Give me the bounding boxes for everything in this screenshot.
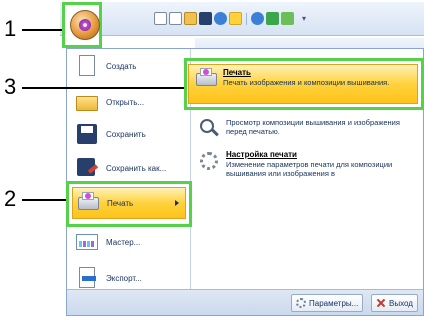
save-as-icon xyxy=(76,157,99,179)
title-bar: ▾ xyxy=(60,2,424,36)
new-icon[interactable] xyxy=(169,12,182,25)
toolbar-separator xyxy=(246,12,247,25)
close-icon xyxy=(376,298,386,308)
submenu-item-description: Печать изображения и композиции вышивани… xyxy=(223,78,390,87)
settings-icon[interactable] xyxy=(229,12,242,25)
submenu-item-description: Изменение параметров печати для композиц… xyxy=(226,160,393,178)
submenu-item-print-preview[interactable]: Просмотр композиции вышивания и изображе… xyxy=(192,118,418,140)
print-icon xyxy=(77,192,99,214)
menu-item-open[interactable]: Открыть... xyxy=(72,86,186,118)
print-preview-icon xyxy=(198,118,220,140)
callout-frame-1 xyxy=(62,2,102,48)
circle-icon[interactable] xyxy=(214,12,227,25)
menu-item-label: Печать xyxy=(107,198,134,208)
callout-leader-2 xyxy=(22,199,66,201)
customize-toolbar-button[interactable]: ▾ xyxy=(302,14,306,23)
menu-item-label: Сохранить xyxy=(106,129,146,139)
menu-item-label: Мастер... xyxy=(106,237,141,247)
submenu-item-print[interactable]: Печать Печать изображения и композиции в… xyxy=(188,64,418,104)
submenu-item-title: Печать xyxy=(223,68,251,77)
gear-icon xyxy=(296,298,306,308)
menu-item-label: Открыть... xyxy=(106,97,145,107)
circle-icon[interactable] xyxy=(251,12,264,25)
office-button[interactable] xyxy=(70,10,100,40)
submenu-item-title: Настройка печати xyxy=(226,150,297,159)
menu-item-export[interactable]: Экспорт... xyxy=(72,262,186,294)
exit-button[interactable]: Выход xyxy=(371,294,418,312)
callout-leader-3 xyxy=(22,87,184,89)
menu-item-print[interactable]: Печать xyxy=(72,187,186,219)
submenu-item-description: Просмотр композиции вышивания и изображе… xyxy=(226,118,400,136)
options-button[interactable]: Параметры... xyxy=(291,294,364,312)
menu-item-wizard[interactable]: Мастер... xyxy=(72,226,186,258)
callout-number-2: 2 xyxy=(4,186,17,211)
print-icon xyxy=(195,68,217,90)
menu-item-label: Сохранить как... xyxy=(106,163,167,173)
save-icon[interactable] xyxy=(199,12,212,25)
submenu-item-print-setup[interactable]: Настройка печати Изменение параметров пе… xyxy=(192,150,418,178)
save-icon xyxy=(76,123,98,145)
open-icon[interactable] xyxy=(184,12,197,25)
new-icon[interactable] xyxy=(154,12,167,25)
embroidery-flower-icon xyxy=(79,19,91,31)
new-document-icon xyxy=(76,55,98,77)
open-folder-icon xyxy=(76,91,98,113)
callout-leader-1 xyxy=(22,29,62,31)
export-icon xyxy=(76,267,98,289)
menu-item-label: Экспорт... xyxy=(106,273,142,283)
quick-access-toolbar: ▾ xyxy=(154,12,306,25)
callout-number-3: 3 xyxy=(4,74,17,99)
wizard-icon xyxy=(76,231,98,253)
submenu-arrow-icon xyxy=(175,200,179,206)
arrow-icon[interactable] xyxy=(281,12,294,25)
exit-button-label: Выход xyxy=(389,298,413,308)
callout-number-1: 1 xyxy=(4,16,17,41)
options-button-label: Параметры... xyxy=(309,298,359,308)
menu-item-new[interactable]: Создать xyxy=(72,50,186,82)
menu-item-save[interactable]: Сохранить xyxy=(72,118,186,150)
menu-item-label: Создать xyxy=(106,61,137,71)
print-setup-icon xyxy=(198,150,220,172)
arrow-icon[interactable] xyxy=(266,12,279,25)
menu-item-save-as[interactable]: Сохранить как... xyxy=(72,152,186,184)
